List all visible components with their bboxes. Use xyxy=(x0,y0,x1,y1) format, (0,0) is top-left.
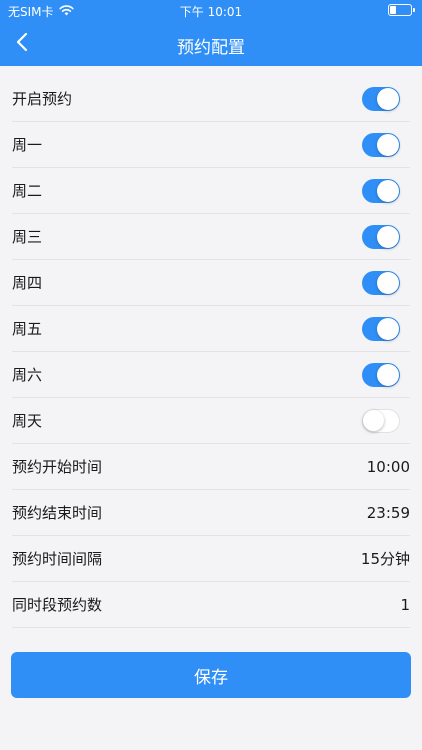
status-time: 下午 10:01 xyxy=(179,5,243,19)
day-row-saturday: 周六 xyxy=(12,352,410,398)
day-switch-saturday[interactable] xyxy=(362,362,400,387)
day-label-thursday: 周四 xyxy=(12,274,43,292)
day-label-saturday: 周六 xyxy=(12,366,43,384)
day-row-tuesday: 周二 xyxy=(12,168,410,214)
day-row-thursday: 周四 xyxy=(12,260,410,306)
concurrent-label: 同时段预约数 xyxy=(12,596,103,614)
day-label-wednesday: 周三 xyxy=(12,228,43,246)
battery-icon xyxy=(388,4,415,16)
status-bar: 无SIM卡 下午 10:01 xyxy=(0,0,422,22)
day-switch-monday[interactable] xyxy=(362,132,400,157)
end-time-row[interactable]: 预约结束时间 23:59 xyxy=(12,490,410,536)
concurrent-value: 1 xyxy=(400,595,410,614)
settings-list: 开启预约 周一 周二 周三 周四 周五 周六 周天 预约开始时间 10:00 预… xyxy=(12,76,410,628)
interval-label: 预约时间间隔 xyxy=(12,550,103,568)
day-row-monday: 周一 xyxy=(12,122,410,168)
day-row-wednesday: 周三 xyxy=(12,214,410,260)
day-label-tuesday: 周二 xyxy=(12,182,43,200)
day-row-friday: 周五 xyxy=(12,306,410,352)
nav-bar: 预约配置 xyxy=(0,22,422,66)
save-button[interactable]: 保存 xyxy=(11,652,411,698)
status-right xyxy=(388,4,415,16)
day-row-sunday: 周天 xyxy=(12,398,410,444)
day-switch-sunday[interactable] xyxy=(362,408,400,433)
concurrent-row[interactable]: 同时段预约数 1 xyxy=(12,582,410,628)
day-switch-thursday[interactable] xyxy=(362,270,400,295)
enable-label: 开启预约 xyxy=(12,90,73,108)
day-switch-wednesday[interactable] xyxy=(362,224,400,249)
enable-row: 开启预约 xyxy=(12,76,410,122)
day-switch-tuesday[interactable] xyxy=(362,178,400,203)
end-time-value: 23:59 xyxy=(366,503,410,522)
page-title: 预约配置 xyxy=(177,38,245,58)
day-switch-friday[interactable] xyxy=(362,316,400,341)
day-label-sunday: 周天 xyxy=(12,412,43,430)
start-time-value: 10:00 xyxy=(366,457,410,476)
end-time-label: 预约结束时间 xyxy=(12,504,103,522)
start-time-label: 预约开始时间 xyxy=(12,458,103,476)
start-time-row[interactable]: 预约开始时间 10:00 xyxy=(12,444,410,490)
day-label-friday: 周五 xyxy=(12,320,43,338)
header: 无SIM卡 下午 10:01 预约配置 xyxy=(0,0,422,66)
interval-row[interactable]: 预约时间间隔 15分钟 xyxy=(12,536,410,582)
day-label-monday: 周一 xyxy=(12,136,43,154)
enable-switch[interactable] xyxy=(362,86,400,111)
interval-value: 15分钟 xyxy=(360,550,410,568)
